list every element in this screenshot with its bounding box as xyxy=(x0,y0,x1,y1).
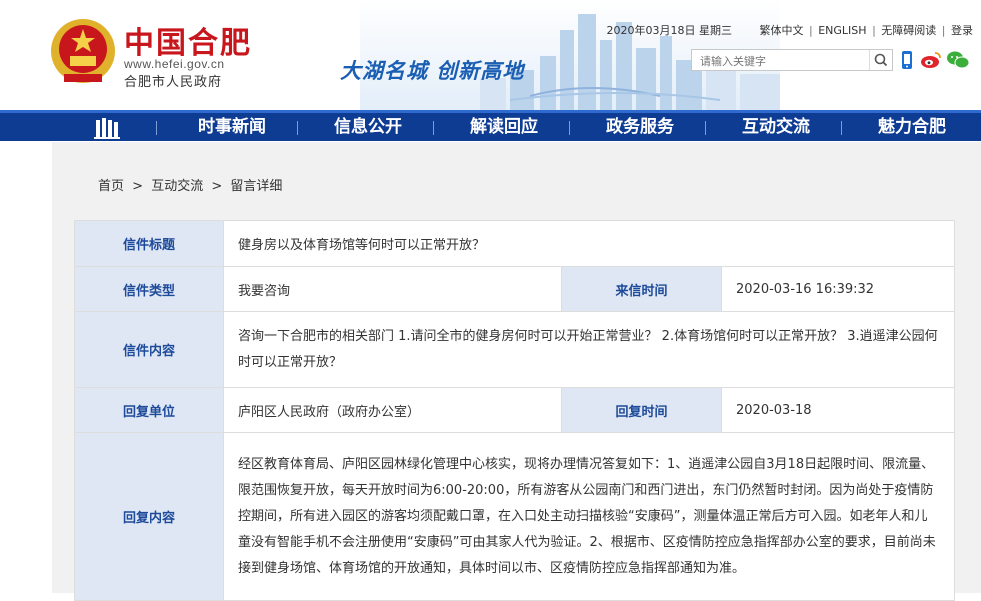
breadcrumb-current: 留言详细 xyxy=(230,179,283,194)
link-login[interactable]: 登录 xyxy=(951,24,973,37)
current-date: 2020年03月18日 星期三 xyxy=(606,24,733,37)
reply-unit-value: 庐阳区人民政府（政府办公室） xyxy=(223,387,562,433)
site-url: www.hefei.gov.cn xyxy=(124,57,225,71)
table-row: 信件标题 健身房以及体育场馆等何时可以正常开放？ xyxy=(74,220,955,267)
nav-divider xyxy=(841,121,842,135)
link-accessibility[interactable]: 无障碍阅读 xyxy=(881,24,936,37)
table-row: 回复单位 庐阳区人民政府（政府办公室） 回复时间 2020-03-18 xyxy=(74,387,955,433)
wechat-icon[interactable] xyxy=(946,50,970,70)
reply-unit-label: 回复单位 xyxy=(74,387,224,433)
site-org-name: 合肥市人民政府 xyxy=(124,75,223,90)
letter-detail-table: 信件标题 健身房以及体育场馆等何时可以正常开放？ 信件类型 我要咨询 来信时间 … xyxy=(74,220,955,601)
reply-content-value: 经区教育体育局、庐阳区园林绿化管理中心核实，现将办理情况答复如下：1、逍遥津公园… xyxy=(223,432,955,601)
top-links-bar: 2020年03月18日 星期三 繁体中文 | ENGLISH | 无障碍阅读 |… xyxy=(605,22,974,38)
letter-time-label: 来信时间 xyxy=(561,266,722,312)
link-english[interactable]: ENGLISH xyxy=(818,24,866,37)
breadcrumb-separator: > xyxy=(211,179,223,194)
table-row: 回复内容 经区教育体育局、庐阳区园林绿化管理中心核实，现将办理情况答复如下：1、… xyxy=(74,432,955,601)
letter-title-label: 信件标题 xyxy=(74,220,224,267)
search-input[interactable] xyxy=(692,52,860,71)
site-slogan: 大湖名城 创新高地 xyxy=(340,59,525,83)
nav-divider xyxy=(569,121,570,135)
letter-content-label: 信件内容 xyxy=(74,311,224,388)
letter-time-value: 2020-03-16 16:39:32 xyxy=(721,266,955,312)
link-separator: | xyxy=(872,24,876,37)
content-area: 首页 > 互动交流 > 留言详细 信件标题 健身房以及体育场馆等何时可以正常开放… xyxy=(52,142,981,601)
search-button[interactable] xyxy=(869,50,892,70)
nav-item-news[interactable]: 时事新闻 xyxy=(172,113,292,141)
reply-time-label: 回复时间 xyxy=(561,387,722,433)
breadcrumb-separator: > xyxy=(132,179,144,194)
nav-item-interaction[interactable]: 互动交流 xyxy=(716,113,836,141)
nav-divider xyxy=(705,121,706,135)
national-emblem-icon xyxy=(51,19,115,83)
nav-divider xyxy=(297,121,298,135)
search-icon xyxy=(874,53,888,67)
home-building-icon[interactable] xyxy=(92,117,122,139)
breadcrumb-interaction[interactable]: 互动交流 xyxy=(151,179,203,194)
link-separator: | xyxy=(941,24,946,37)
letter-type-value: 我要咨询 xyxy=(223,266,562,312)
weibo-icon[interactable] xyxy=(920,50,942,70)
nav-divider xyxy=(433,121,434,135)
reply-content-label: 回复内容 xyxy=(74,432,224,601)
reply-time-value: 2020-03-18 xyxy=(721,387,955,433)
nav-item-info-disclosure[interactable]: 信息公开 xyxy=(308,113,428,141)
site-logo-text[interactable]: 中国合肥 xyxy=(124,18,252,62)
breadcrumb: 首页 > 互动交流 > 留言详细 xyxy=(98,175,286,194)
main-nav: 时事新闻 信息公开 解读回应 政务服务 互动交流 魅力合肥 xyxy=(0,110,981,141)
letter-content-value: 咨询一下合肥市的相关部门 1.请问全市的健身房何时可以开始正常营业？ 2.体育场… xyxy=(223,311,955,388)
site-header: 中国合肥 www.hefei.gov.cn 合肥市人民政府 大湖名城 创新高地 … xyxy=(0,0,981,110)
search-box xyxy=(691,49,893,71)
link-traditional-chinese[interactable]: 繁体中文 xyxy=(760,24,804,37)
letter-type-label: 信件类型 xyxy=(74,266,224,312)
link-separator: | xyxy=(809,24,813,37)
table-row: 信件类型 我要咨询 来信时间 2020-03-16 16:39:32 xyxy=(74,266,955,312)
nav-item-gov-services[interactable]: 政务服务 xyxy=(580,113,700,141)
breadcrumb-home[interactable]: 首页 xyxy=(98,179,124,194)
nav-divider xyxy=(156,121,157,135)
letter-title-value: 健身房以及体育场馆等何时可以正常开放？ xyxy=(223,220,955,267)
nav-item-charm-hefei[interactable]: 魅力合肥 xyxy=(852,113,972,141)
table-row: 信件内容 咨询一下合肥市的相关部门 1.请问全市的健身房何时可以开始正常营业？ … xyxy=(74,311,955,388)
nav-item-interpretation[interactable]: 解读回应 xyxy=(444,113,564,141)
mobile-icon[interactable] xyxy=(900,50,914,70)
